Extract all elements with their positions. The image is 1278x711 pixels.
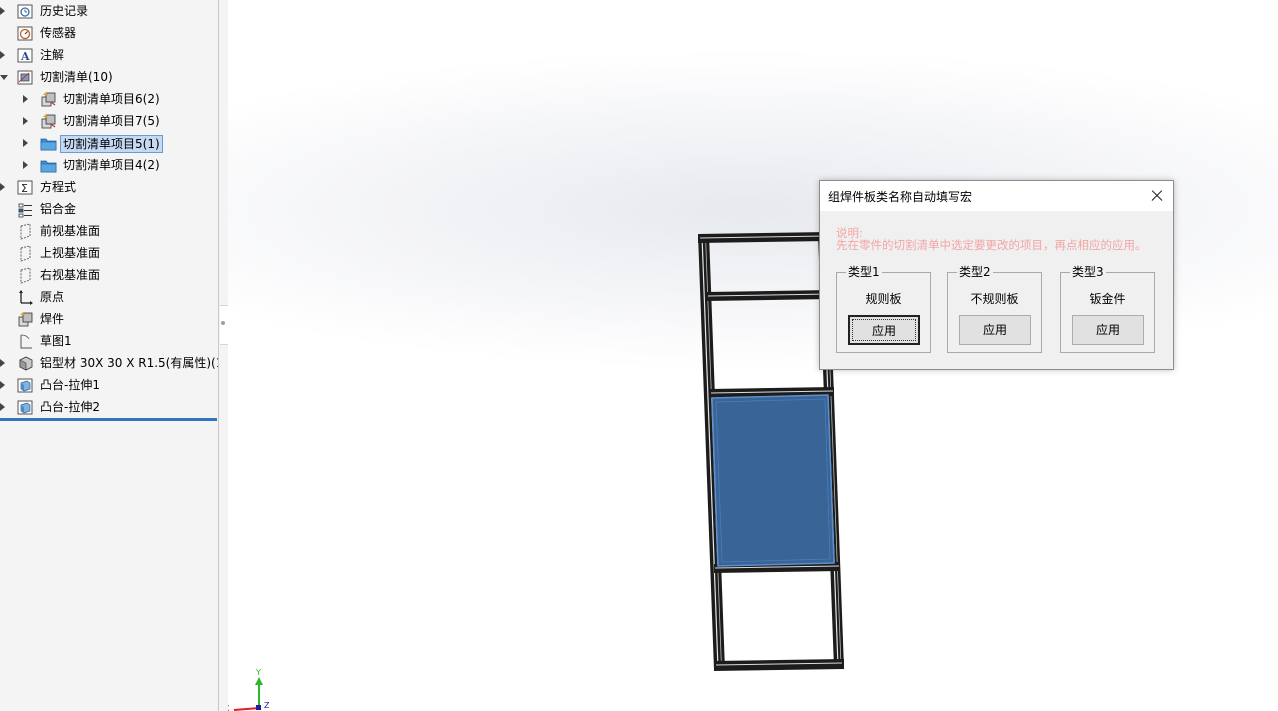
tree-item[interactable]: 切割清单项目4(2) (0, 154, 218, 176)
tree-item[interactable]: Σ 方程式 (0, 176, 218, 198)
plane-icon (17, 267, 34, 284)
expand-arrow-right-icon[interactable] (0, 381, 5, 389)
tree-item[interactable]: 传感器 (0, 22, 218, 44)
expand-arrow-right-icon[interactable] (23, 117, 28, 125)
note-body: 先在零件的切割清单中选定要更改的项目，再点相应的应用。 (836, 238, 1147, 252)
tree-item[interactable]: 铝合金 (0, 198, 218, 220)
structural-member-icon (17, 355, 34, 372)
view-triad: Y Z X (228, 668, 270, 711)
tree-item[interactable]: 切割清单项目5(1) (0, 132, 218, 154)
type2-group-label: 类型2 (957, 265, 993, 279)
tree-item[interactable]: 切割清单项目6(2) (0, 88, 218, 110)
tree-item[interactable]: 凸台-拉伸1 (0, 374, 218, 396)
rollback-bar[interactable] (0, 418, 217, 421)
type3-apply-button[interactable]: 应用 (1072, 315, 1144, 345)
expand-arrow-down-icon[interactable] (0, 75, 8, 80)
tree-item-label: 传感器 (40, 26, 77, 40)
type3-group: 类型3 钣金件 应用 (1060, 265, 1155, 353)
close-icon[interactable] (1145, 184, 1169, 208)
expand-arrow-right-icon[interactable] (0, 403, 5, 411)
weldment-item-icon (40, 113, 57, 130)
plane-icon (17, 245, 34, 262)
sketch-icon (17, 333, 34, 350)
panel-splitter[interactable] (218, 0, 228, 711)
tree-item[interactable]: 铝型材 30X 30 X R1.5(有属性)(1) (0, 352, 218, 374)
type2-apply-button[interactable]: 应用 (959, 315, 1031, 345)
boss-extrude-icon (17, 377, 34, 394)
triad-y-label: Y (255, 668, 261, 677)
boss-extrude-icon (17, 399, 34, 416)
tree-item[interactable]: 切割清单(10) (0, 66, 218, 88)
tree-item[interactable]: 焊件 (0, 308, 218, 330)
type2-text: 不规则板 (970, 292, 1019, 306)
tree-item-label: 焊件 (40, 312, 65, 326)
tree-item-label: 凸台-拉伸1 (40, 378, 100, 392)
folder-icon (40, 135, 57, 152)
tree-item[interactable]: 原点 (0, 286, 218, 308)
splitter-grip-dot (221, 321, 225, 325)
type1-text: 规则板 (865, 292, 902, 306)
tree-item-label: 右视基准面 (40, 268, 101, 282)
plane-icon (17, 223, 34, 240)
tree-item-label: 铝合金 (40, 202, 77, 216)
triad-z-label: Z (264, 701, 270, 710)
svg-text:Σ: Σ (21, 182, 28, 195)
expand-arrow-right-icon[interactable] (23, 139, 28, 147)
tree-item-label: 草图1 (40, 334, 72, 348)
expand-arrow-right-icon[interactable] (0, 51, 5, 59)
type2-group: 类型2 不规则板 应用 (947, 265, 1042, 353)
type1-group: 类型1 规则板 应用 (836, 265, 931, 353)
tree-item-label: 方程式 (40, 180, 77, 194)
tree-item-label: 前视基准面 (40, 224, 101, 238)
equation-icon: Σ (17, 179, 34, 196)
tree-item-label: 切割清单项目5(1) (60, 135, 163, 153)
type1-apply-button[interactable]: 应用 (848, 315, 920, 345)
annotation-icon: A (17, 47, 34, 64)
tree-item-label: 切割清单项目4(2) (63, 158, 160, 172)
selected-panel (711, 394, 835, 567)
tree-item[interactable]: 右视基准面 (0, 264, 218, 286)
tree-item[interactable]: 前视基准面 (0, 220, 218, 242)
feature-manager-tree: 历史记录传感器 A 注解切割清单(10) 切割清单项目6(2) 切割清单项目7(5) 切割… (0, 0, 219, 711)
type1-group-label: 类型1 (846, 265, 882, 279)
tree-item[interactable]: 草图1 (0, 330, 218, 352)
tree-item-label: 注解 (40, 48, 65, 62)
dialog-title: 组焊件板类名称自动填写宏 (828, 190, 973, 204)
weldment-icon (17, 311, 34, 328)
origin-icon (17, 289, 34, 306)
weldment-item-icon (40, 91, 57, 108)
tree-item-label: 铝型材 30X 30 X R1.5(有属性)(1) (40, 356, 219, 370)
tree-item-label: 原点 (40, 290, 65, 304)
tree-item[interactable]: 凸台-拉伸2 (0, 396, 218, 418)
tree-item-label: 切割清单项目7(5) (63, 114, 160, 128)
tree-item[interactable]: 切割清单项目7(5) (0, 110, 218, 132)
sensor-icon (17, 25, 34, 42)
tree-item[interactable]: A 注解 (0, 44, 218, 66)
folder-icon (40, 157, 57, 174)
cut-list-icon (17, 69, 34, 86)
expand-arrow-right-icon[interactable] (0, 7, 5, 15)
tree-item-label: 切割清单(10) (40, 70, 113, 84)
type3-text: 钣金件 (1089, 292, 1126, 306)
tree-item[interactable]: 历史记录 (0, 0, 218, 22)
tree-item-label: 凸台-拉伸2 (40, 400, 100, 414)
history-icon (17, 3, 34, 20)
type3-group-label: 类型3 (1070, 265, 1106, 279)
tree-item-label: 切割清单项目6(2) (63, 92, 160, 106)
tree-item-label: 历史记录 (40, 4, 89, 18)
expand-arrow-right-icon[interactable] (0, 359, 5, 367)
material-icon (17, 201, 34, 218)
triad-x-label: X (228, 704, 230, 711)
tree-item-label: 上视基准面 (40, 246, 101, 260)
expand-arrow-right-icon[interactable] (23, 161, 28, 169)
dialog-titlebar[interactable]: 组焊件板类名称自动填写宏 (820, 181, 1173, 211)
tree-item[interactable]: 上视基准面 (0, 242, 218, 264)
expand-arrow-right-icon[interactable] (0, 183, 5, 191)
expand-arrow-right-icon[interactable] (23, 95, 28, 103)
macro-dialog: 组焊件板类名称自动填写宏 说明: 先在零件的切割清单中选定要更改的项目，再点相应… (819, 180, 1174, 370)
svg-text:A: A (20, 50, 30, 63)
